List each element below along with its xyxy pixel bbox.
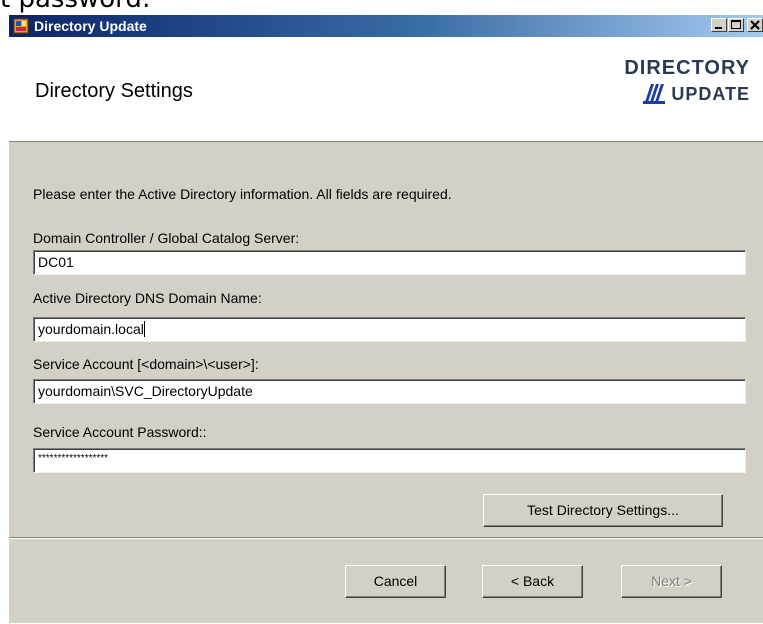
service-password-label: Service Account Password::	[33, 424, 207, 440]
maximize-button[interactable]	[728, 18, 744, 32]
close-button[interactable]	[747, 18, 763, 32]
setup-wizard-window: Directory Update Directory Settings Dire…	[8, 14, 763, 623]
cancel-button[interactable]: Cancel	[345, 565, 446, 598]
dns-domain-label: Active Directory DNS Domain Name:	[33, 290, 262, 306]
minimize-button[interactable]	[711, 18, 727, 32]
logo-text-line1: Directory	[624, 57, 750, 79]
title-bar[interactable]: Directory Update	[9, 15, 763, 37]
books-logo-icon	[643, 84, 666, 104]
test-directory-settings-button[interactable]: Test Directory Settings...	[483, 494, 723, 527]
dns-domain-input[interactable]: yourdomain.local	[33, 317, 746, 342]
page-title: Directory Settings	[35, 80, 193, 102]
dns-domain-value: yourdomain.local	[38, 321, 144, 337]
service-account-input[interactable]: yourdomain\SVC_DirectoryUpdate	[33, 379, 746, 404]
intro-text: Please enter the Active Directory inform…	[33, 186, 452, 202]
text-caret	[143, 321, 145, 337]
domain-controller-label: Domain Controller / Global Catalog Serve…	[33, 230, 300, 246]
next-button[interactable]: Next >	[621, 565, 722, 598]
wizard-body: Please enter the Active Directory inform…	[9, 142, 763, 624]
background-caption: t password:	[0, 0, 151, 14]
wizard-header: Directory Settings Directory Update	[9, 37, 763, 142]
minimize-icon	[715, 27, 722, 29]
app-icon	[13, 18, 29, 34]
window-title: Directory Update	[34, 18, 147, 34]
close-icon	[750, 20, 760, 30]
footer-divider	[9, 537, 763, 539]
service-account-label: Service Account [<domain>\<user>]:	[33, 356, 259, 372]
service-password-input[interactable]: ******************	[33, 448, 746, 473]
back-button[interactable]: < Back	[482, 565, 583, 598]
product-logo: Directory Update	[624, 57, 750, 105]
logo-text-line2: Update	[671, 84, 750, 104]
maximize-icon	[731, 20, 741, 29]
domain-controller-input[interactable]: DC01	[33, 250, 746, 275]
